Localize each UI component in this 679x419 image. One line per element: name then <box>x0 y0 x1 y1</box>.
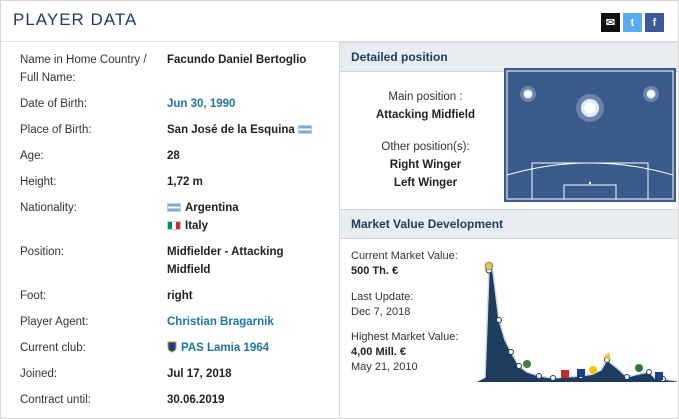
page-title: PLAYER DATA <box>13 10 138 29</box>
current-value: 500 Th. € <box>351 265 399 277</box>
highest-value: 4,00 Mill. € <box>351 346 407 358</box>
row-label: Current club: <box>20 342 86 354</box>
row-label: Joined: <box>20 368 58 380</box>
player-info-table: Name in Home Country / Full Name: Facund… <box>1 42 340 418</box>
club-crest-icon <box>523 360 531 368</box>
club-crest-icon <box>484 261 494 271</box>
position-marker-left-winger <box>520 86 536 102</box>
pitch-diagram <box>504 68 676 202</box>
argentina-flag-icon <box>298 125 313 134</box>
row-value: San José de la Esquina <box>167 121 316 139</box>
penalty-spot <box>588 181 592 185</box>
row-label: Contract until: <box>20 394 91 406</box>
row-value: Facundo Daniel Bertoglio <box>167 54 307 66</box>
main-position-label: Main position : <box>388 91 463 103</box>
row-value: right <box>167 290 193 302</box>
agent-link[interactable]: Christian Bragarnik <box>167 313 274 331</box>
row-label: Place of Birth: <box>20 124 92 136</box>
row-value: 28 <box>167 150 180 162</box>
current-value-label: Current Market Value: <box>351 250 458 262</box>
club-crest-icon <box>589 366 597 374</box>
club-crest-icon <box>577 369 585 377</box>
row-value: 30.06.2019 <box>167 394 225 406</box>
club-crest-icon <box>635 364 643 372</box>
section-title: Market Value Development <box>351 217 504 231</box>
last-update-value: Dec 7, 2018 <box>351 306 411 318</box>
row-label: Player Agent: <box>20 316 89 328</box>
birthdate-link[interactable]: Jun 30, 1990 <box>167 95 235 113</box>
other-positions-label: Other position(s): <box>381 141 470 153</box>
club-crest-icon <box>561 370 569 378</box>
row-label: Foot: <box>20 290 47 302</box>
club-crest-icon <box>655 372 663 380</box>
position-marker-attacking-midfield <box>576 94 604 122</box>
row-label: Age: <box>20 150 44 162</box>
club-crest-icon <box>603 352 611 360</box>
highest-value-date: May 21, 2010 <box>351 361 418 373</box>
club-crest-icon <box>167 341 177 353</box>
market-value-area <box>477 270 677 382</box>
facebook-icon[interactable]: f <box>645 13 664 32</box>
row-label: Nationality: <box>20 202 77 214</box>
row-value: 1,72 m <box>167 176 203 188</box>
market-value-chart[interactable] <box>477 260 677 382</box>
club-link[interactable]: PAS Lamia 1964 <box>167 339 269 357</box>
nationality-1: Argentina <box>185 202 239 214</box>
row-label: Date of Birth: <box>20 98 88 110</box>
row-value: Midfielder - Attacking Midfield <box>167 246 284 276</box>
highest-value-label: Highest Market Value: <box>351 331 459 343</box>
market-value-header: Market Value Development <box>340 209 678 239</box>
position-marker-right-winger <box>643 86 659 102</box>
club-name: PAS Lamia 1964 <box>181 342 270 354</box>
row-label: Position: <box>20 246 65 258</box>
argentina-flag-icon <box>167 203 181 212</box>
main-position-value: Attacking Midfield <box>375 109 476 121</box>
twitter-icon[interactable]: t <box>623 13 642 32</box>
row-label: Height: <box>20 176 57 188</box>
other-position-2: Left Winger <box>393 177 458 189</box>
mail-icon[interactable]: ✉ <box>601 13 620 32</box>
italy-flag-icon <box>167 221 181 230</box>
birthplace-text: San José de la Esquina <box>167 124 295 136</box>
row-label: Name in Home Country / Full Name: <box>20 54 147 84</box>
last-update-label: Last Update: <box>351 291 414 303</box>
other-position-1: Right Winger <box>389 159 462 171</box>
nationality-2: Italy <box>185 220 209 232</box>
card-header: PLAYER DATA ✉ t f <box>1 1 678 42</box>
right-panel: Detailed position Main position : Attack… <box>340 42 678 418</box>
row-value: Jul 17, 2018 <box>167 368 232 380</box>
row-value: Argentina Italy <box>167 199 239 235</box>
player-data-card: PLAYER DATA ✉ t f Name in Home Country /… <box>0 0 679 419</box>
section-title: Detailed position <box>351 50 448 64</box>
